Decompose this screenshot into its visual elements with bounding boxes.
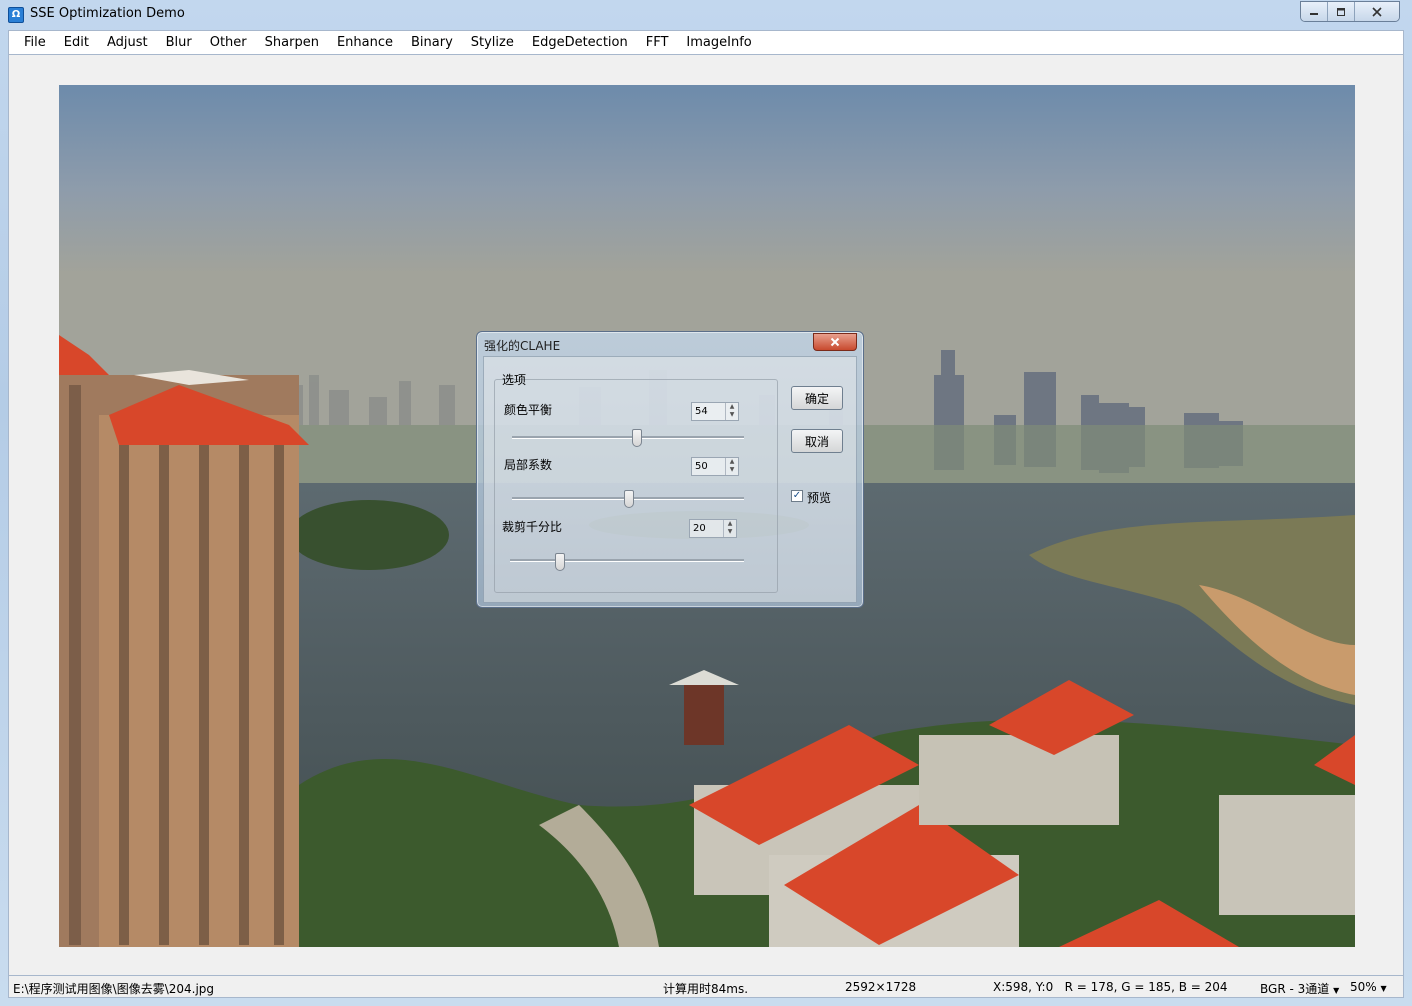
- minimize-button[interactable]: [1301, 2, 1328, 21]
- local-coefficient-spinbox[interactable]: 50 ▲ ▼: [691, 457, 739, 476]
- dropdown-arrow-icon: ▼: [1333, 986, 1340, 995]
- spin-down-icon[interactable]: ▼: [726, 466, 738, 474]
- spin-arrows[interactable]: ▲ ▼: [725, 458, 738, 475]
- spin-up-icon[interactable]: ▲: [726, 458, 738, 466]
- menu-adjust[interactable]: Adjust: [98, 31, 157, 54]
- menu-sharpen[interactable]: Sharpen: [256, 31, 328, 54]
- spin-up-icon[interactable]: ▲: [726, 403, 738, 411]
- spin-up-icon[interactable]: ▲: [724, 520, 736, 528]
- close-icon: [830, 337, 840, 347]
- menu-blur[interactable]: Blur: [157, 31, 201, 54]
- window-controls: [1300, 1, 1400, 22]
- clip-permille-slider-thumb[interactable]: [555, 553, 565, 571]
- spin-arrows[interactable]: ▲ ▼: [725, 403, 738, 420]
- spin-down-icon[interactable]: ▼: [724, 528, 736, 536]
- channel-mode-value: BGR - 3通道: [1260, 982, 1330, 996]
- menu-fft[interactable]: FFT: [637, 31, 678, 54]
- window-title: SSE Optimization Demo: [30, 6, 185, 21]
- preview-checkbox[interactable]: ✓: [791, 490, 803, 502]
- clip-permille-spinbox[interactable]: 20 ▲ ▼: [689, 519, 737, 538]
- local-coefficient-label: 局部系数: [504, 458, 553, 472]
- dropdown-arrow-icon: ▼: [1380, 984, 1387, 993]
- local-coefficient-slider-thumb[interactable]: [624, 490, 634, 508]
- minimize-icon: [1310, 12, 1318, 15]
- dialog-body: 选项 颜色平衡 54 ▲ ▼ 局部系数 50 ▲ ▼ 裁剪千分比 20 ▲ ▼ 确定: [483, 356, 857, 603]
- spin-arrows[interactable]: ▲ ▼: [723, 520, 736, 537]
- menu-imageinfo[interactable]: ImageInfo: [677, 31, 760, 54]
- status-channel-mode[interactable]: BGR - 3通道 ▼: [1260, 980, 1339, 997]
- menu-edit[interactable]: Edit: [55, 31, 98, 54]
- menu-edgedetection[interactable]: EdgeDetection: [523, 31, 637, 54]
- local-coefficient-value: 50: [695, 461, 708, 472]
- spin-down-icon[interactable]: ▼: [726, 411, 738, 419]
- color-balance-slider-track[interactable]: [512, 436, 744, 439]
- title-bar[interactable]: Ω SSE Optimization Demo: [0, 0, 1412, 30]
- cancel-button[interactable]: 取消: [791, 429, 843, 453]
- menu-other[interactable]: Other: [201, 31, 256, 54]
- status-pixel-info: X:598, Y:0 R = 178, G = 185, B = 204: [993, 980, 1228, 994]
- status-file-path: E:\程序测试用图像\图像去雾\204.jpg: [13, 982, 215, 996]
- ok-button[interactable]: 确定: [791, 386, 843, 410]
- dialog-close-button[interactable]: [813, 333, 857, 351]
- status-bar: E:\程序测试用图像\图像去雾\204.jpg 计算用时84ms. 2592×1…: [8, 975, 1404, 998]
- preview-label: 预览: [807, 491, 832, 505]
- close-icon: [1372, 6, 1382, 17]
- menu-stylize[interactable]: Stylize: [462, 31, 523, 54]
- menu-file[interactable]: File: [15, 31, 55, 54]
- clip-permille-slider-track[interactable]: [510, 559, 744, 562]
- omega-app-icon[interactable]: Ω: [8, 7, 24, 23]
- close-button[interactable]: [1355, 2, 1399, 21]
- status-dimensions: 2592×1728: [845, 980, 917, 994]
- maximize-icon: [1337, 7, 1345, 16]
- options-group-label: 选项: [502, 373, 527, 387]
- app-window: Ω SSE Optimization Demo File Edit Adjust…: [0, 0, 1412, 1006]
- maximize-button[interactable]: [1328, 2, 1355, 21]
- color-balance-slider-thumb[interactable]: [632, 429, 642, 447]
- color-balance-spinbox[interactable]: 54 ▲ ▼: [691, 402, 739, 421]
- color-balance-label: 颜色平衡: [504, 403, 553, 417]
- menu-enhance[interactable]: Enhance: [328, 31, 402, 54]
- status-zoom[interactable]: 50% ▼: [1350, 980, 1387, 994]
- status-timing: 计算用时84ms.: [663, 982, 749, 996]
- menu-bar: File Edit Adjust Blur Other Sharpen Enha…: [8, 30, 1404, 55]
- zoom-value: 50%: [1350, 980, 1377, 994]
- color-balance-value: 54: [695, 406, 708, 417]
- dialog-title: 强化的CLAHE: [484, 339, 561, 353]
- menu-binary[interactable]: Binary: [402, 31, 462, 54]
- clahe-dialog: 强化的CLAHE 选项 颜色平衡 54 ▲ ▼ 局部系数 50 ▲ ▼ 裁剪千分比 …: [476, 331, 864, 608]
- clip-permille-label: 裁剪千分比: [502, 520, 563, 534]
- clip-permille-value: 20: [693, 523, 706, 534]
